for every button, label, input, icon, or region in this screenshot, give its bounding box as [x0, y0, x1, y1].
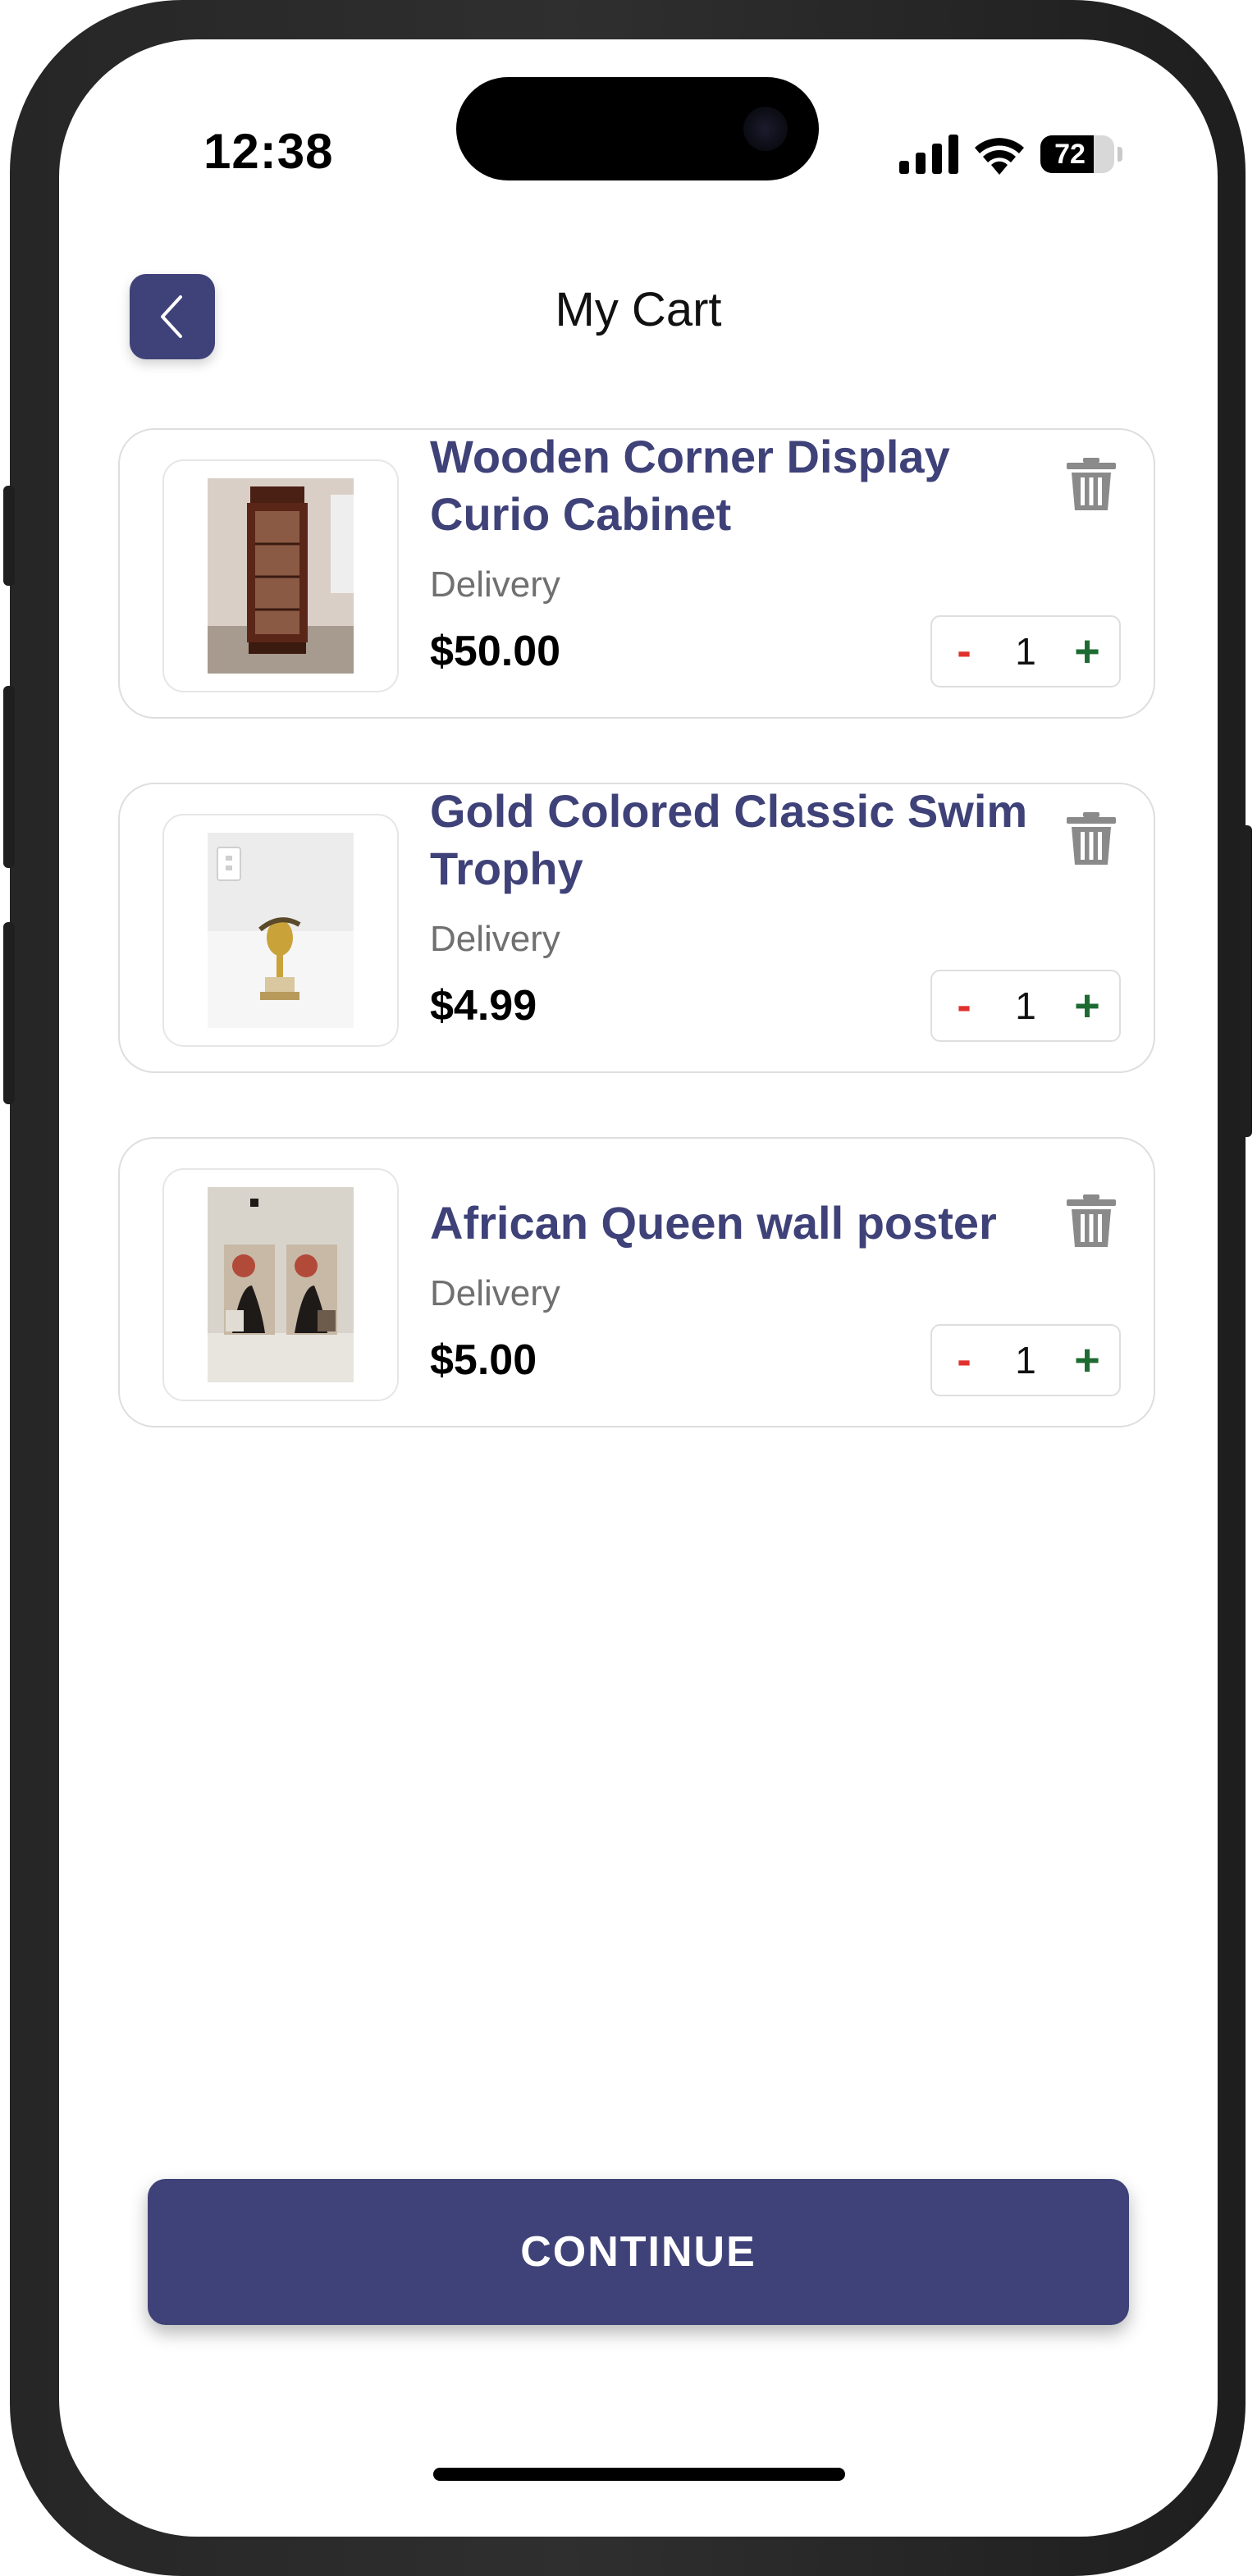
swim-trophy-image [208, 833, 354, 1028]
quantity-stepper: - 1 + [930, 1324, 1121, 1396]
status-icons: 72 [899, 133, 1122, 176]
battery-icon: 72 [1040, 135, 1114, 173]
action-button [3, 486, 15, 586]
trash-icon[interactable] [1065, 458, 1118, 512]
phone-frame: 12:38 72 My Cart Wooden Corner Display C… [3, 0, 1252, 2576]
increase-quantity-button[interactable]: + [1073, 1335, 1101, 1386]
decrease-quantity-button[interactable]: - [950, 1336, 978, 1385]
quantity-value: 1 [1015, 630, 1036, 673]
home-indicator [433, 2468, 845, 2481]
increase-quantity-button[interactable]: + [1073, 626, 1101, 677]
cart-item: Gold Colored Classic Swim Trophy Deliver… [118, 783, 1155, 1073]
front-camera [743, 107, 788, 151]
item-delivery-label: Delivery [430, 564, 560, 605]
battery-level: 72 [1054, 139, 1086, 170]
page-title: My Cart [555, 283, 722, 336]
trash-icon[interactable] [1065, 1194, 1118, 1249]
continue-button[interactable]: CONTINUE [148, 2179, 1129, 2325]
item-price: $4.99 [430, 982, 537, 1030]
decrease-quantity-button[interactable]: - [950, 981, 978, 1030]
wifi-icon [975, 138, 1024, 175]
battery-nub [1118, 147, 1122, 162]
product-thumbnail[interactable] [162, 459, 399, 692]
quantity-stepper: - 1 + [930, 970, 1121, 1042]
trash-icon[interactable] [1065, 812, 1118, 866]
item-delivery-label: Delivery [430, 919, 560, 959]
power-button [1241, 825, 1252, 1137]
cart-item: African Queen wall poster Delivery $5.00… [118, 1137, 1155, 1427]
volume-up-button [3, 686, 15, 868]
dynamic-island [456, 77, 819, 180]
item-title[interactable]: African Queen wall poster [430, 1194, 1054, 1252]
cart-item: Wooden Corner Display Curio Cabinet Deli… [118, 428, 1155, 719]
item-title[interactable]: Wooden Corner Display Curio Cabinet [430, 428, 1054, 543]
item-price: $5.00 [430, 1336, 537, 1384]
quantity-value: 1 [1015, 1339, 1036, 1382]
quantity-value: 1 [1015, 984, 1036, 1027]
app-screen: 12:38 72 My Cart Wooden Corner Display C… [59, 39, 1218, 2537]
status-time: 12:38 [203, 124, 334, 179]
volume-down-button [3, 922, 15, 1104]
product-thumbnail[interactable] [162, 1168, 399, 1401]
item-price: $50.00 [430, 628, 561, 675]
product-thumbnail[interactable] [162, 814, 399, 1047]
decrease-quantity-button[interactable]: - [950, 627, 978, 676]
item-delivery-label: Delivery [430, 1273, 560, 1313]
increase-quantity-button[interactable]: + [1073, 980, 1101, 1031]
curio-cabinet-image [208, 478, 354, 674]
wall-poster-image [208, 1187, 354, 1382]
quantity-stepper: - 1 + [930, 615, 1121, 687]
cellular-signal-icon [899, 135, 958, 174]
item-title[interactable]: Gold Colored Classic Swim Trophy [430, 783, 1054, 897]
